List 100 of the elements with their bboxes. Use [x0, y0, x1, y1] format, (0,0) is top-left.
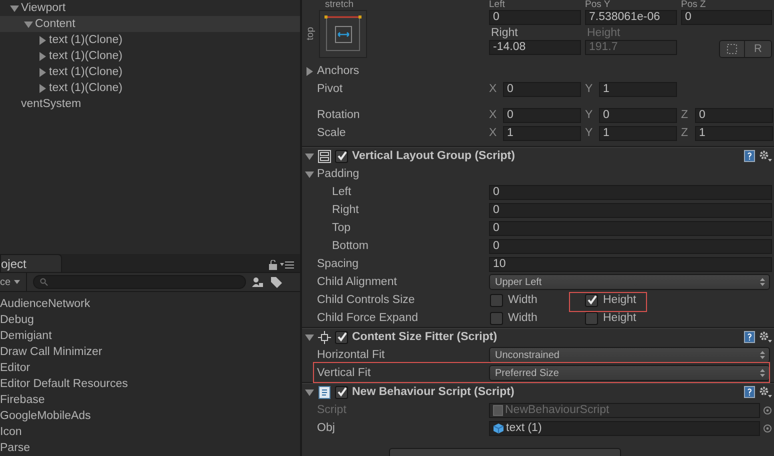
- number-field[interactable]: 1: [599, 126, 677, 140]
- person-icon[interactable]: [252, 277, 263, 287]
- collapsed-arrow-icon[interactable]: [38, 36, 47, 44]
- help-book-icon[interactable]: [744, 331, 755, 343]
- enable-checkbox[interactable]: [335, 330, 348, 344]
- dotted-square-icon: [727, 44, 737, 54]
- folder-item[interactable]: Draw Call Minimizer: [0, 344, 300, 360]
- axis-label: Y: [585, 109, 594, 121]
- expanded-arrow-icon[interactable]: [305, 170, 314, 178]
- anchor-preset-icon[interactable]: [319, 10, 367, 58]
- toggle-label: Width: [508, 294, 538, 306]
- hierarchy-row[interactable]: text (1)(Clone): [0, 48, 300, 64]
- create-dropdown[interactable]: ce: [0, 273, 27, 291]
- hierarchy-row[interactable]: ventSystem: [0, 96, 300, 112]
- hierarchy-row[interactable]: text (1)(Clone): [0, 80, 300, 96]
- folder-item[interactable]: Demigiant: [0, 328, 300, 344]
- search-field[interactable]: [32, 275, 246, 289]
- blueprint-mode-button[interactable]: [720, 41, 745, 57]
- expanded-arrow-icon[interactable]: [305, 152, 314, 160]
- number-field[interactable]: 0: [681, 10, 772, 25]
- property-label: Vertical Fit: [316, 367, 372, 379]
- property-label: Bottom: [331, 240, 370, 252]
- project-tab[interactable]: oject: [0, 254, 62, 272]
- dropdown[interactable]: Upper Left: [489, 274, 770, 290]
- tag-icon[interactable]: [270, 276, 282, 288]
- hierarchy-row[interactable]: Viewport: [0, 0, 300, 16]
- property-label: Child Force Expand: [316, 312, 419, 324]
- collapsed-arrow-icon[interactable]: [38, 68, 47, 76]
- hierarchy-label: text (1)(Clone): [49, 50, 122, 62]
- resize-frame-icon: [318, 330, 331, 344]
- number-field[interactable]: 10: [489, 256, 772, 272]
- updown-arrows-icon: [760, 369, 765, 377]
- folder-item[interactable]: AudienceNetwork: [0, 296, 300, 312]
- number-field[interactable]: 0: [503, 108, 581, 122]
- hierarchy-row[interactable]: text (1)(Clone): [0, 32, 300, 48]
- collapsed-arrow-icon[interactable]: [38, 84, 47, 92]
- folder-item[interactable]: Editor: [0, 360, 300, 376]
- expanded-arrow-icon[interactable]: [10, 4, 19, 12]
- help-book-icon[interactable]: [744, 150, 755, 162]
- folder-item[interactable]: GoogleMobileAds: [0, 408, 300, 424]
- dropdown[interactable]: Unconstrained: [489, 347, 770, 363]
- updown-arrows-icon: [760, 351, 765, 359]
- menu-icon[interactable]: [280, 261, 294, 269]
- toggle-label: Height: [603, 312, 636, 324]
- checkbox[interactable]: [585, 312, 598, 324]
- settings-icon[interactable]: [759, 150, 772, 162]
- expanded-arrow-icon[interactable]: [305, 332, 314, 342]
- folder-item[interactable]: Debug: [0, 312, 300, 328]
- help-book-icon[interactable]: [744, 386, 755, 398]
- number-field[interactable]: 1: [599, 82, 677, 96]
- collapsed-arrow-icon[interactable]: [305, 66, 314, 76]
- expanded-arrow-icon[interactable]: [305, 388, 314, 396]
- enable-checkbox[interactable]: [335, 386, 348, 398]
- number-field[interactable]: 0: [489, 202, 772, 218]
- axis-label: Z: [681, 109, 690, 121]
- updown-arrows-icon: [760, 278, 765, 286]
- number-field[interactable]: 0: [489, 184, 772, 200]
- folder-item[interactable]: Icon: [0, 424, 300, 440]
- property-label: Script: [316, 404, 348, 416]
- property-label: Child Controls Size: [316, 294, 416, 306]
- enable-checkbox[interactable]: [335, 150, 348, 162]
- field-label: Right: [490, 26, 519, 40]
- number-field[interactable]: 0: [489, 238, 772, 254]
- hierarchy-label: Content: [35, 18, 76, 30]
- field-label: Height: [586, 26, 622, 40]
- number-field[interactable]: 1: [695, 126, 773, 140]
- checkbox[interactable]: [490, 312, 503, 324]
- hierarchy-row[interactable]: text (1)(Clone): [0, 64, 300, 80]
- toggle-label: Height: [603, 294, 636, 306]
- hierarchy-row[interactable]: Content: [0, 16, 300, 32]
- folder-item[interactable]: Editor Default Resources: [0, 376, 300, 392]
- number-field[interactable]: 0: [599, 108, 677, 122]
- checkbox[interactable]: [490, 294, 503, 306]
- settings-icon[interactable]: [759, 386, 772, 398]
- preset-label: stretch: [324, 0, 355, 10]
- number-field[interactable]: -14.08: [489, 40, 581, 55]
- axis-label: X: [489, 83, 498, 95]
- number-field[interactable]: 0: [503, 82, 581, 96]
- number-field[interactable]: 0: [489, 10, 581, 25]
- folder-item[interactable]: Parse: [0, 440, 300, 456]
- collapsed-arrow-icon[interactable]: [38, 52, 47, 60]
- axis-label: X: [489, 109, 498, 121]
- expanded-arrow-icon[interactable]: [24, 20, 33, 28]
- folder-item[interactable]: Firebase: [0, 392, 300, 408]
- dropdown[interactable]: Preferred Size: [489, 365, 770, 381]
- search-icon: [40, 278, 48, 286]
- hierarchy-label: text (1)(Clone): [49, 34, 122, 46]
- property-label: Scale: [316, 127, 347, 139]
- number-field[interactable]: 1: [503, 126, 581, 140]
- hierarchy-label: text (1)(Clone): [49, 82, 122, 94]
- property-label: Top: [331, 222, 352, 234]
- object-field[interactable]: text (1): [489, 420, 760, 436]
- settings-icon[interactable]: [759, 331, 772, 343]
- number-field[interactable]: 0: [489, 220, 772, 236]
- property-label: Child Alignment: [316, 276, 398, 288]
- checkbox[interactable]: [585, 294, 598, 306]
- number-field[interactable]: 0: [695, 108, 773, 122]
- number-field[interactable]: 7.538061e-06: [585, 10, 677, 25]
- property-label: Anchors: [317, 65, 360, 77]
- padlock-icon[interactable]: [269, 260, 277, 270]
